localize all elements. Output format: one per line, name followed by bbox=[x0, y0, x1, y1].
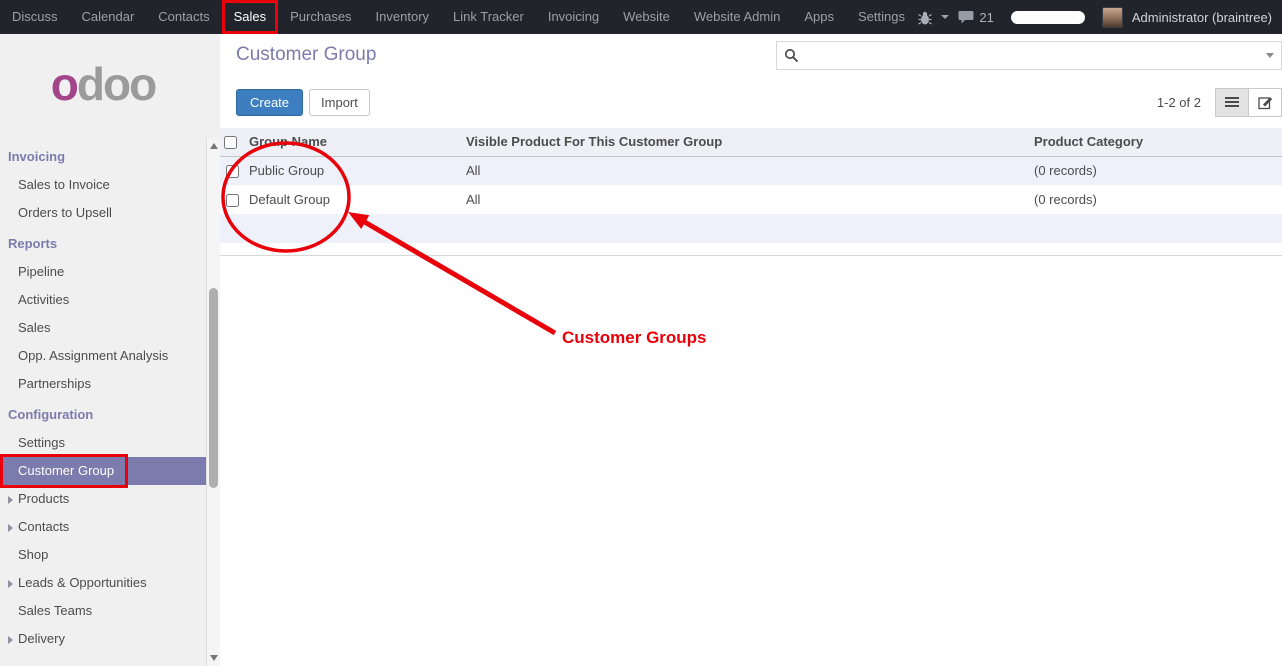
row-checkbox[interactable] bbox=[226, 165, 239, 178]
form-view-button[interactable] bbox=[1248, 88, 1282, 117]
messages-menu[interactable]: 21 bbox=[958, 10, 993, 25]
nav-item-discuss[interactable]: Discuss bbox=[0, 0, 70, 34]
search-icon[interactable] bbox=[784, 48, 799, 63]
main-content: Customer Group Create Import 1-2 of 2 bbox=[220, 34, 1282, 666]
column-header-product-category[interactable]: Product Category bbox=[1030, 128, 1282, 156]
logo-letter: o bbox=[51, 57, 77, 111]
bug-icon[interactable] bbox=[918, 10, 932, 25]
page-title: Customer Group bbox=[236, 44, 376, 66]
sidebar-item-products[interactable]: Products bbox=[0, 485, 206, 513]
sidebar-item-pipeline[interactable]: Pipeline bbox=[0, 258, 206, 286]
nav-item-invoicing[interactable]: Invoicing bbox=[536, 0, 611, 34]
chevron-down-icon[interactable] bbox=[941, 15, 949, 19]
nav-item-website[interactable]: Website bbox=[611, 0, 682, 34]
search-input[interactable] bbox=[799, 47, 1266, 63]
scrollbar-down-icon[interactable] bbox=[210, 655, 218, 661]
timer-widget bbox=[1011, 11, 1085, 24]
customer-group-list: Group Name Visible Product For This Cust… bbox=[220, 128, 1282, 214]
sidebar-section-invoicing: Invoicing bbox=[0, 143, 206, 171]
page-body: odoo Invoicing Sales to Invoice Orders t… bbox=[0, 34, 1282, 666]
cell-product-category[interactable]: (0 records) bbox=[1030, 185, 1282, 214]
expand-arrow-icon bbox=[8, 524, 13, 532]
nav-item-sales[interactable]: Sales bbox=[222, 0, 279, 34]
top-nav-systray: 21 Administrator (braintree) bbox=[918, 0, 1282, 34]
expand-arrow-icon bbox=[8, 580, 13, 588]
row-checkbox[interactable] bbox=[226, 194, 239, 207]
nav-item-calendar[interactable]: Calendar bbox=[70, 0, 147, 34]
sidebar-item-label: Contacts bbox=[18, 519, 69, 534]
create-button[interactable]: Create bbox=[236, 89, 303, 116]
cell-visible-product[interactable]: All bbox=[462, 185, 1030, 214]
form-view-icon bbox=[1258, 95, 1273, 110]
column-header-group-name[interactable]: Group Name bbox=[245, 128, 462, 156]
select-all-checkbox[interactable] bbox=[224, 136, 237, 149]
sidebar-section-reports: Reports bbox=[0, 230, 206, 258]
sidebar-item-sales-to-invoice[interactable]: Sales to Invoice bbox=[0, 171, 206, 199]
view-switcher bbox=[1215, 88, 1282, 117]
sidebar-item-opp-assignment-analysis[interactable]: Opp. Assignment Analysis bbox=[0, 342, 206, 370]
user-menu[interactable]: Administrator (braintree) bbox=[1132, 10, 1272, 25]
top-navigation: Discuss Calendar Contacts Sales Purchase… bbox=[0, 0, 1282, 34]
nav-item-contacts[interactable]: Contacts bbox=[146, 0, 221, 34]
nav-item-website-admin[interactable]: Website Admin bbox=[682, 0, 792, 34]
nav-item-settings[interactable]: Settings bbox=[846, 0, 917, 34]
table-row[interactable]: Default Group All (0 records) bbox=[220, 185, 1282, 214]
odoo-logo: odoo bbox=[0, 34, 206, 134]
sidebar-item-settings[interactable]: Settings bbox=[0, 429, 206, 457]
sidebar-item-leads-opportunities[interactable]: Leads & Opportunities bbox=[0, 569, 206, 597]
expand-arrow-icon bbox=[8, 496, 13, 504]
message-count-badge: 21 bbox=[979, 10, 993, 25]
sidebar-item-customer-group[interactable]: Customer Group bbox=[0, 457, 206, 485]
sidebar-menu: Invoicing Sales to Invoice Orders to Ups… bbox=[0, 134, 206, 653]
expand-arrow-icon bbox=[8, 636, 13, 644]
cell-group-name[interactable]: Public Group bbox=[245, 156, 462, 185]
sidebar-item-sales-teams[interactable]: Sales Teams bbox=[0, 597, 206, 625]
sidebar-item-label: Leads & Opportunities bbox=[18, 575, 147, 590]
control-panel-buttons: Create Import 1-2 of 2 bbox=[220, 76, 1282, 128]
sidebar-item-shop[interactable]: Shop bbox=[0, 541, 206, 569]
sidebar-item-delivery[interactable]: Delivery bbox=[0, 625, 206, 653]
sidebar-item-activities[interactable]: Activities bbox=[0, 286, 206, 314]
sidebar-section-configuration: Configuration bbox=[0, 401, 206, 429]
list-header-row: Group Name Visible Product For This Cust… bbox=[220, 128, 1282, 156]
search-filters-chevron-down-icon[interactable] bbox=[1266, 53, 1274, 58]
nav-item-link-tracker[interactable]: Link Tracker bbox=[441, 0, 536, 34]
list-view-icon bbox=[1225, 96, 1239, 108]
sidebar-item-label: Delivery bbox=[18, 631, 65, 646]
pager-area: 1-2 of 2 bbox=[1157, 88, 1282, 117]
cell-group-name[interactable]: Default Group bbox=[245, 185, 462, 214]
sidebar-item-partnerships[interactable]: Partnerships bbox=[0, 370, 206, 398]
sidebar-item-orders-to-upsell[interactable]: Orders to Upsell bbox=[0, 199, 206, 227]
sidebar-item-sales[interactable]: Sales bbox=[0, 314, 206, 342]
logo-letters: doo bbox=[77, 57, 155, 111]
scrollbar-thumb[interactable] bbox=[209, 288, 218, 488]
list-bottom-border bbox=[220, 243, 1282, 256]
sidebar-item-label: Customer Group bbox=[18, 463, 114, 478]
nav-item-apps[interactable]: Apps bbox=[792, 0, 846, 34]
cell-visible-product[interactable]: All bbox=[462, 156, 1030, 185]
cell-product-category[interactable]: (0 records) bbox=[1030, 156, 1282, 185]
sidebar-scrollbar[interactable] bbox=[206, 138, 220, 666]
sidebar-item-contacts[interactable]: Contacts bbox=[0, 513, 206, 541]
empty-list-row bbox=[220, 214, 1282, 243]
search-view[interactable] bbox=[776, 41, 1282, 70]
top-nav-menu: Discuss Calendar Contacts Sales Purchase… bbox=[0, 0, 917, 34]
avatar[interactable] bbox=[1102, 7, 1123, 28]
table-row[interactable]: Public Group All (0 records) bbox=[220, 156, 1282, 185]
nav-item-inventory[interactable]: Inventory bbox=[364, 0, 441, 34]
list-view-button[interactable] bbox=[1215, 88, 1249, 117]
sidebar: odoo Invoicing Sales to Invoice Orders t… bbox=[0, 34, 220, 666]
sidebar-item-label: Products bbox=[18, 491, 69, 506]
import-button[interactable]: Import bbox=[309, 89, 370, 116]
nav-item-purchases[interactable]: Purchases bbox=[278, 0, 363, 34]
chat-bubble-icon bbox=[958, 10, 975, 25]
control-panel-top: Customer Group bbox=[220, 34, 1282, 76]
pager-counter: 1-2 of 2 bbox=[1157, 95, 1201, 110]
column-header-visible-product[interactable]: Visible Product For This Customer Group bbox=[462, 128, 1030, 156]
scrollbar-up-icon[interactable] bbox=[210, 143, 218, 149]
